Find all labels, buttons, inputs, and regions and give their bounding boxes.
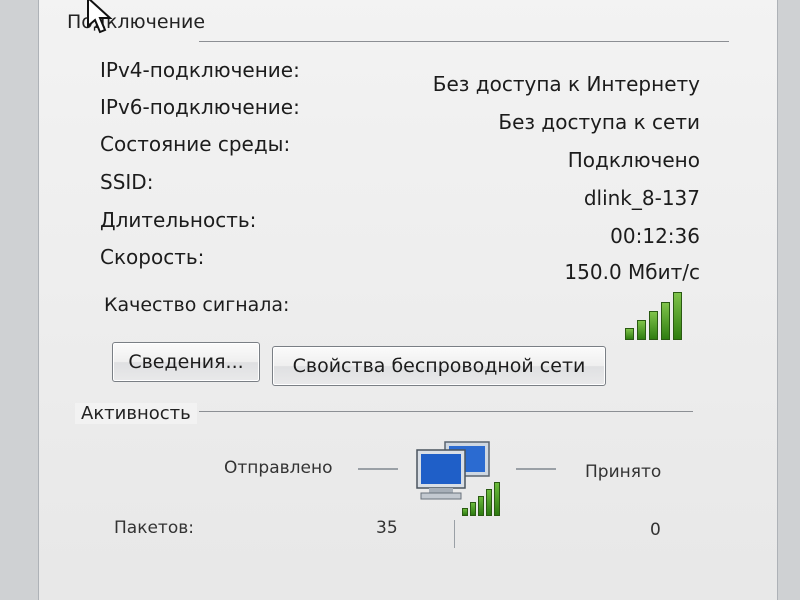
mouse-cursor-icon xyxy=(87,0,113,34)
media-state-label: Состояние среды: xyxy=(100,132,291,156)
activity-group-title: Активность xyxy=(75,403,197,424)
connection-group-line xyxy=(199,41,729,42)
packets-received-value: 0 xyxy=(650,520,661,540)
details-button[interactable]: Сведения... xyxy=(112,342,260,382)
activity-group-line xyxy=(199,411,693,412)
ssid-label: SSID: xyxy=(100,170,154,194)
ipv4-value: Без доступа к Интернету xyxy=(432,72,700,96)
packets-label: Пакетов: xyxy=(114,518,194,538)
ipv6-value: Без доступа к сети xyxy=(498,110,700,134)
received-line xyxy=(516,468,556,470)
received-label: Принято xyxy=(585,462,662,482)
duration-value: 00:12:36 xyxy=(610,224,700,248)
ipv6-label: IPv6-подключение: xyxy=(100,95,300,119)
ipv4-label: IPv4-подключение: xyxy=(100,58,300,82)
wireless-properties-button[interactable]: Свойства беспроводной сети xyxy=(272,346,606,386)
speed-label: Скорость: xyxy=(100,245,205,269)
media-state-value: Подключено xyxy=(567,148,700,172)
sent-label: Отправлено xyxy=(224,458,333,478)
packets-sent-value: 35 xyxy=(376,518,398,538)
signal-strength-icon xyxy=(625,292,687,340)
duration-label: Длительность: xyxy=(100,208,257,232)
speed-value: 150.0 Мбит/с xyxy=(564,260,700,284)
activity-divider xyxy=(454,520,455,548)
sent-line xyxy=(358,468,398,470)
signal-quality-label: Качество сигнала: xyxy=(104,294,290,316)
ssid-value: dlink_8-137 xyxy=(583,186,700,210)
activity-signal-icon xyxy=(462,482,504,516)
